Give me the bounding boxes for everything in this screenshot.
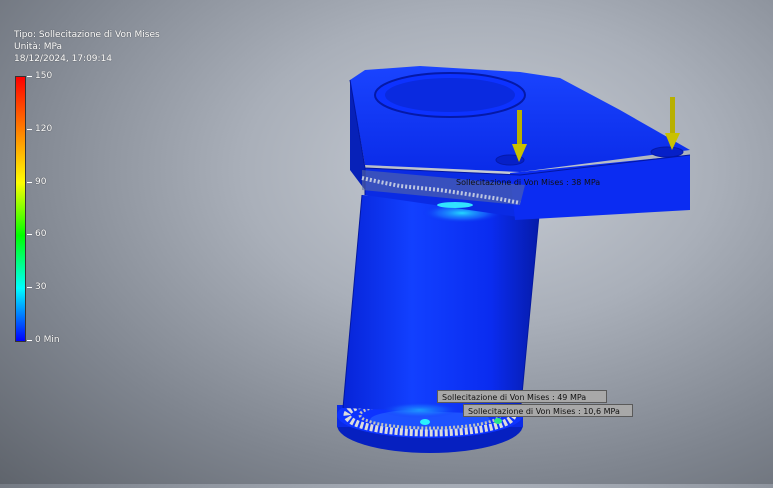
legend-tick-label: 150 bbox=[26, 71, 53, 81]
result-type-label: Tipo: Sollecitazione di Von Mises bbox=[14, 30, 160, 40]
probe-label[interactable]: Sollecitazione di Von Mises : 38 MPa bbox=[452, 176, 604, 189]
3d-viewport[interactable] bbox=[0, 0, 773, 484]
cylinder-body bbox=[342, 194, 541, 418]
legend-tick-label: 90 bbox=[26, 176, 47, 187]
legend-tick-label: 120 bbox=[26, 123, 53, 134]
probe-label[interactable]: Sollecitazione di Von Mises : 49 MPa bbox=[437, 390, 607, 403]
result-timestamp: 18/12/2024, 17:09:14 bbox=[14, 54, 113, 64]
legend-tick-label: 60 bbox=[26, 229, 47, 240]
probe-label[interactable]: Sollecitazione di Von Mises : 10,6 MPa bbox=[463, 404, 633, 417]
legend-tick-label: 0 Min bbox=[27, 335, 60, 345]
result-unit-label: Unità: MPa bbox=[14, 42, 63, 52]
stress-model bbox=[337, 66, 691, 453]
color-legend-bar bbox=[15, 76, 26, 342]
legend-tick-label: 30 bbox=[26, 282, 47, 293]
